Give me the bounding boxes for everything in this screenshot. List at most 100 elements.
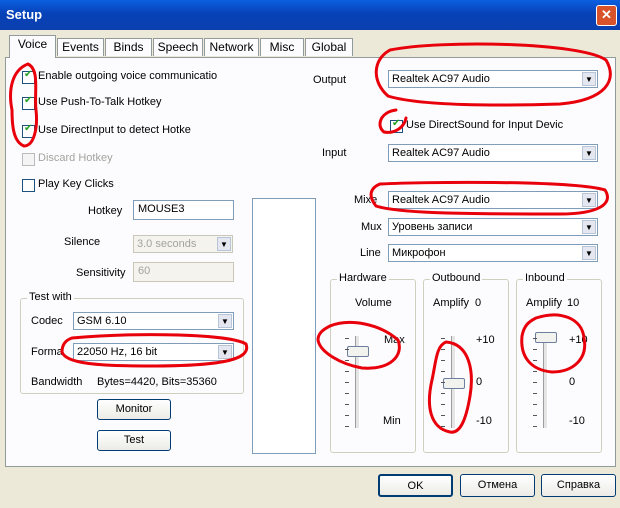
use-ptt-label: Use Push-To-Talk Hotkey [38, 96, 162, 108]
silence-label: Silence [64, 236, 101, 248]
test-button[interactable]: Test [97, 430, 171, 451]
min-label: Min [383, 415, 401, 427]
slider-tick [345, 426, 349, 427]
output-label: Output [313, 74, 347, 86]
slider-tick [533, 360, 537, 361]
mux-value: Уровень записи [392, 221, 473, 233]
mux-label: Mux [361, 221, 382, 233]
chevron-down-icon: ▼ [582, 72, 596, 86]
hardware-volume-slider[interactable] [347, 346, 369, 357]
use-ptt-checkbox[interactable] [22, 95, 35, 110]
slider-tick [345, 382, 349, 383]
level-meter-box [252, 198, 316, 454]
slider-tick [345, 371, 349, 372]
tab-global[interactable]: Global [305, 38, 353, 56]
mux-select[interactable]: Уровень записи ▼ [388, 218, 598, 236]
ok-button[interactable]: OK [378, 474, 453, 497]
inbound-amplify-slider[interactable] [535, 332, 557, 343]
slider-tick [345, 338, 349, 339]
slider-tick [345, 415, 349, 416]
format-value: 22050 Hz, 16 bit [77, 346, 158, 358]
enable-outgoing-checkbox[interactable] [22, 69, 35, 84]
line-value: Микрофон [392, 247, 446, 259]
line-label: Line [360, 247, 381, 259]
monitor-button[interactable]: Monitor [97, 399, 171, 420]
bandwidth-value: Bytes=4420, Bits=35360 [97, 376, 217, 388]
inbound-zero: 0 [569, 376, 576, 388]
slider-tick [441, 338, 445, 339]
slider-tick [533, 371, 537, 372]
play-key-clicks-checkbox[interactable] [22, 179, 35, 192]
chevron-down-icon: ▼ [217, 237, 231, 251]
outbound-amplify-label: Amplify [433, 297, 470, 309]
title-bar: Setup ✕ [0, 0, 620, 30]
inbound-title: Inbound [523, 272, 567, 284]
slider-tick [345, 393, 349, 394]
chevron-down-icon: ▼ [218, 314, 232, 328]
mixer-value: Realtek AC97 Audio [392, 194, 490, 206]
slider-tick [441, 382, 445, 383]
chevron-down-icon: ▼ [582, 193, 596, 207]
sensitivity-field[interactable]: 60 [133, 262, 234, 282]
slider-tick [533, 382, 537, 383]
sensitivity-label: Sensitivity [76, 267, 126, 279]
inbound-plus10: +10 [569, 334, 588, 346]
chevron-down-icon: ▼ [582, 146, 596, 160]
slider-tick [533, 338, 537, 339]
outbound-amplify-slider[interactable] [443, 378, 465, 389]
tab-misc[interactable]: Misc [260, 38, 304, 56]
codec-value: GSM 6.10 [77, 315, 127, 327]
hotkey-field[interactable]: MOUSE3 [133, 200, 234, 220]
play-key-clicks-label: Play Key Clicks [38, 178, 114, 190]
slider-tick [533, 426, 537, 427]
inbound-minus10: -10 [569, 415, 585, 427]
silence-select[interactable]: 3.0 seconds ▼ [133, 235, 233, 253]
slider-tick [345, 360, 349, 361]
line-select[interactable]: Микрофон ▼ [388, 244, 598, 262]
outbound-zero: 0 [476, 376, 483, 388]
inbound-amplify-track [543, 336, 548, 428]
slider-tick [441, 349, 445, 350]
codec-select[interactable]: GSM 6.10 ▼ [73, 312, 234, 330]
max-label: Max [384, 334, 405, 346]
tab-voice[interactable]: Voice [9, 35, 56, 58]
enable-outgoing-label: Enable outgoing voice communicatio [38, 70, 218, 82]
slider-tick [345, 404, 349, 405]
help-button[interactable]: Справка [541, 474, 616, 497]
mixer-label: Mixe [354, 194, 378, 206]
silence-value: 3.0 seconds [137, 238, 197, 250]
tab-network[interactable]: Network [204, 38, 259, 56]
outbound-minus10: -10 [476, 415, 492, 427]
hotkey-label: Hotkey [88, 205, 123, 217]
test-with-title: Test with [27, 291, 74, 303]
codec-label: Codec [31, 315, 63, 327]
slider-tick [345, 349, 349, 350]
discard-hotkey-checkbox[interactable] [22, 153, 35, 166]
output-select[interactable]: Realtek AC97 Audio ▼ [388, 70, 598, 88]
volume-label: Volume [355, 297, 392, 309]
cancel-button[interactable]: Отмена [460, 474, 535, 497]
close-button[interactable]: ✕ [596, 5, 617, 26]
mixer-select[interactable]: Realtek AC97 Audio ▼ [388, 191, 598, 209]
inbound-amplify-label: Amplify [526, 297, 563, 309]
window-title: Setup [6, 7, 43, 22]
slider-tick [441, 393, 445, 394]
tab-events[interactable]: Events [57, 38, 104, 56]
format-select[interactable]: 22050 Hz, 16 bit ▼ [73, 343, 234, 361]
use-directinput-checkbox[interactable] [22, 123, 35, 138]
slider-tick [441, 404, 445, 405]
input-label: Input [322, 147, 347, 159]
directsound-checkbox[interactable] [390, 118, 403, 133]
tab-speech[interactable]: Speech [153, 38, 203, 56]
directsound-label: Use DirectSound for Input Devic [406, 119, 564, 131]
input-select[interactable]: Realtek AC97 Audio ▼ [388, 144, 598, 162]
input-value: Realtek AC97 Audio [392, 147, 490, 159]
chevron-down-icon: ▼ [582, 246, 596, 260]
slider-tick [441, 415, 445, 416]
hardware-title: Hardware [337, 272, 389, 284]
slider-tick [441, 360, 445, 361]
slider-tick [533, 415, 537, 416]
discard-hotkey-label: Discard Hotkey [38, 152, 113, 164]
output-value: Realtek AC97 Audio [392, 73, 490, 85]
tab-binds[interactable]: Binds [105, 38, 152, 56]
